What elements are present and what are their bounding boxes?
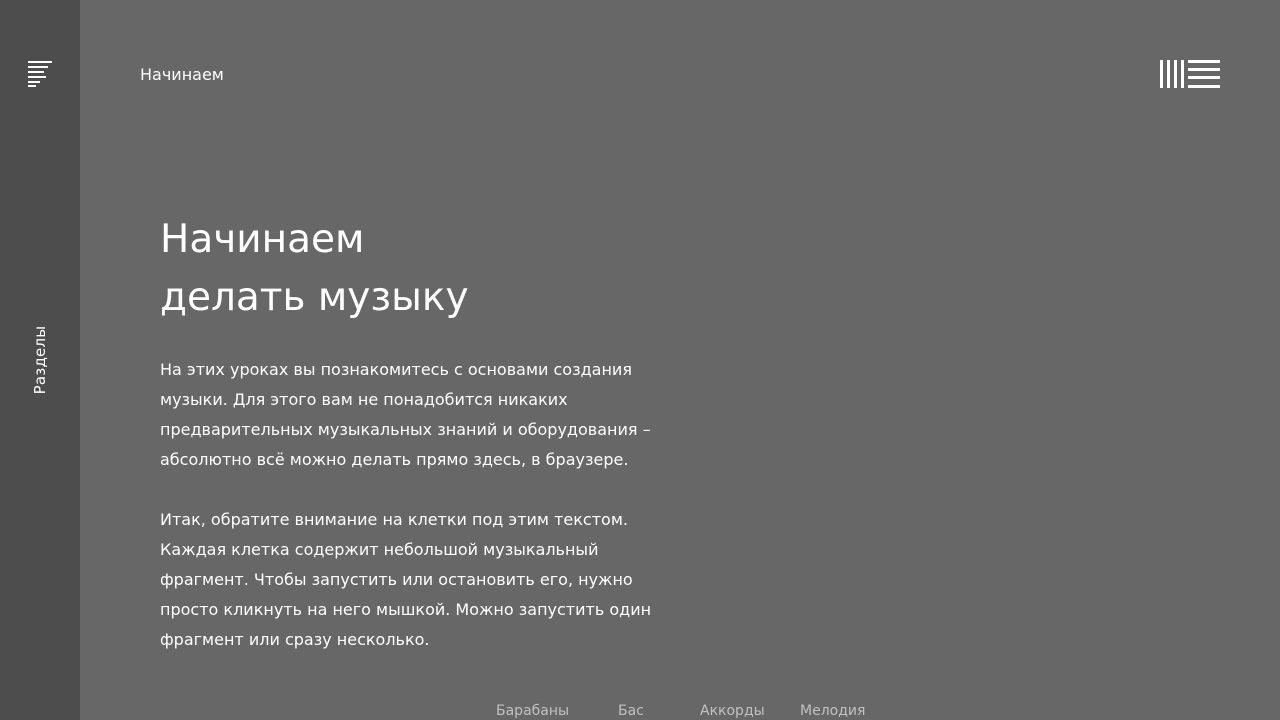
track-label-melody[interactable]: Мелодия <box>800 702 865 720</box>
intro-line: фрагмент. Чтобы запустить или остановить… <box>160 570 633 589</box>
brand-logo-link[interactable] <box>1158 58 1222 90</box>
intro-line: предварительных музыкальных знаний и обо… <box>160 420 651 439</box>
page: Разделы Начинаем Начинаем делать музыку … <box>0 0 1280 720</box>
sidebar: Разделы <box>0 0 80 720</box>
track-label-drums[interactable]: Барабаны <box>496 702 569 720</box>
menu-lines-icon <box>28 61 52 87</box>
intro-line: На этих уроках вы познакомитесь с основа… <box>160 360 632 379</box>
intro-line: просто кликнуть на него мышкой. Можно за… <box>160 600 652 619</box>
intro-paragraph-1: На этих уроках вы познакомитесь с основа… <box>160 355 651 475</box>
hero-title-line-2: делать музыку <box>160 275 469 320</box>
intro-line: музыки. Для этого вам не понадобится ник… <box>160 390 568 409</box>
intro-text: На этих уроках вы познакомитесь с основа… <box>160 355 652 685</box>
ableton-logo-icon <box>1160 60 1220 88</box>
track-label-chords[interactable]: Аккорды <box>700 702 765 720</box>
intro-line: Каждая клетка содержит небольшой музыкал… <box>160 540 599 559</box>
sections-toggle[interactable]: Разделы <box>31 326 49 395</box>
intro-paragraph-2: Итак, обратите внимание на клетки под эт… <box>160 505 652 655</box>
sidebar-menu-button[interactable] <box>24 58 56 90</box>
hero-title-line-1: Начинаем <box>160 217 365 262</box>
intro-line: фрагмент или сразу несколько. <box>160 630 430 649</box>
page-title: Начинаем <box>140 65 224 84</box>
hero-title: Начинаем делать музыку <box>160 211 469 327</box>
intro-line: абсолютно всё можно делать прямо здесь, … <box>160 450 629 469</box>
track-label-bass[interactable]: Бас <box>618 702 644 720</box>
track-labels: Барабаны Бас Аккорды Мелодия <box>0 702 1280 720</box>
intro-line: Итак, обратите внимание на клетки под эт… <box>160 510 628 529</box>
